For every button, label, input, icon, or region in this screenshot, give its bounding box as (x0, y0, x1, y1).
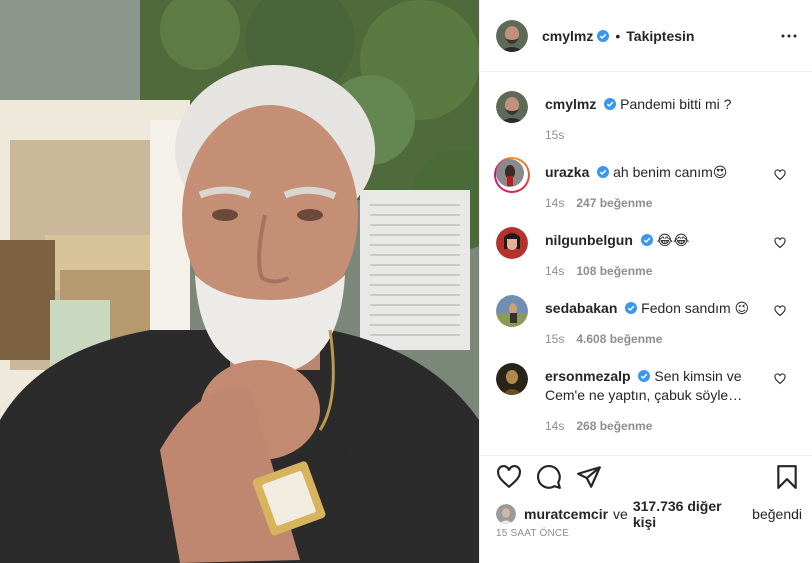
comment-time[interactable]: 14s (545, 419, 564, 433)
comment-icon[interactable] (536, 464, 562, 490)
comment: nilgunbelgun 😂😂 14s 108 beğenme (480, 227, 812, 278)
heart-icon[interactable] (774, 373, 786, 385)
comment-time[interactable]: 14s (545, 264, 564, 278)
liker-avatar[interactable] (496, 504, 516, 524)
comment-avatar[interactable] (496, 363, 528, 395)
comment: ersonmezalp Sen kimsin ve Cem'e ne yaptı… (480, 363, 812, 433)
author-avatar[interactable] (496, 19, 528, 52)
heart-icon[interactable] (774, 305, 786, 317)
caption-text: Pandemi bitti mi ? (620, 96, 732, 112)
verified-icon (604, 98, 617, 110)
verified-icon (597, 29, 610, 42)
caption: cmylmz Pandemi bitti mi ? 15s (480, 91, 812, 142)
comment-text: 😂😂 (656, 232, 690, 248)
likes-suffix: beğendi (752, 506, 802, 522)
comment-likes[interactable]: 108 beğenme (576, 264, 652, 278)
caption-avatar[interactable] (496, 91, 528, 123)
caption-username[interactable]: cmylmz (545, 96, 596, 112)
post-photo[interactable] (0, 0, 479, 563)
story-ring[interactable] (494, 157, 530, 193)
verified-icon (640, 234, 653, 246)
comment: urazka ah benim canım😍 14s 247 beğenme (480, 157, 812, 210)
heart-icon[interactable] (774, 169, 786, 181)
action-bar (480, 455, 812, 495)
comment-text: Fedon sandım 😉 (641, 300, 750, 316)
post-side-panel: cmylmz • Takiptesin cmylmz Pandemi bitti… (479, 0, 812, 563)
verified-icon (597, 166, 610, 178)
comment-likes[interactable]: 268 beğenme (576, 419, 652, 433)
comment-likes[interactable]: 4.608 beğenme (576, 332, 662, 346)
comment-likes[interactable]: 247 beğenme (576, 196, 652, 210)
comment-avatar[interactable] (496, 227, 528, 259)
comment-avatar (496, 159, 524, 187)
comment-username[interactable]: urazka (545, 164, 589, 180)
separator-dot: • (615, 27, 621, 44)
likes-connector: ve (613, 506, 628, 522)
post-header: cmylmz • Takiptesin (480, 0, 812, 72)
comment-time[interactable]: 15s (545, 332, 564, 346)
heart-icon[interactable] (496, 464, 522, 490)
share-icon[interactable] (576, 464, 602, 490)
verified-icon (638, 370, 651, 382)
heart-icon[interactable] (774, 237, 786, 249)
likes-summary: muratcemcir ve 317.736 diğer kişi beğend… (496, 498, 802, 530)
comment-username[interactable]: nilgunbelgun (545, 232, 633, 248)
comment-time[interactable]: 14s (545, 196, 564, 210)
liker-username[interactable]: muratcemcir (524, 506, 608, 522)
comment: sedabakan Fedon sandım 😉 15s 4.608 beğenm… (480, 295, 812, 346)
verified-icon (625, 302, 638, 314)
more-icon[interactable] (780, 27, 798, 45)
author-username[interactable]: cmylmz (542, 28, 593, 44)
likes-others[interactable]: 317.736 diğer kişi (633, 498, 747, 530)
post-time[interactable]: 15 SAAT ÖNCE (496, 528, 569, 539)
comment-text: ah benim canım😍 (613, 164, 728, 180)
comment-username[interactable]: sedabakan (545, 300, 617, 316)
post-image (0, 0, 479, 563)
caption-time[interactable]: 15s (545, 128, 564, 142)
comments-list[interactable]: cmylmz Pandemi bitti mi ? 15s urazka ah … (480, 72, 812, 455)
bookmark-icon[interactable] (774, 464, 800, 490)
comment-username[interactable]: ersonmezalp (545, 368, 631, 384)
follow-status-button[interactable]: Takiptesin (626, 28, 694, 44)
comment-avatar[interactable] (496, 295, 528, 327)
